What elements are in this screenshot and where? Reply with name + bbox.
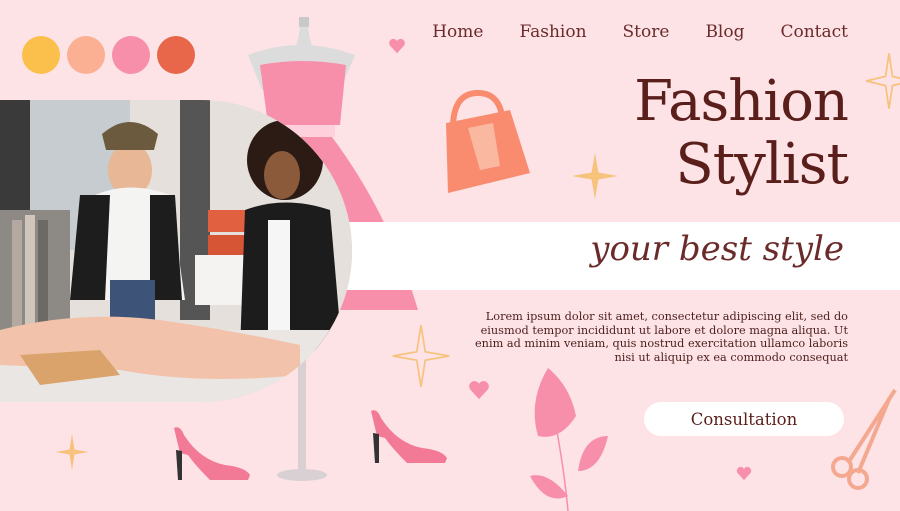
leaf-branch-icon xyxy=(530,368,608,511)
hero-tagline: your best style xyxy=(590,229,844,269)
heart-icon xyxy=(469,381,489,400)
nav-contact-link[interactable]: Contact xyxy=(780,22,848,42)
hero-photo xyxy=(0,100,352,402)
handbag-icon xyxy=(446,89,530,193)
sparkle-icon xyxy=(392,325,450,387)
nav-home-link[interactable]: Home xyxy=(432,22,483,42)
palette-swatch xyxy=(112,36,150,74)
palette-swatch xyxy=(67,36,105,74)
color-palette xyxy=(22,36,195,74)
hero-title-line1: Fashion xyxy=(634,69,849,134)
nav-store-link[interactable]: Store xyxy=(623,22,670,42)
sparkle-icon xyxy=(572,153,618,199)
palette-swatch xyxy=(157,36,195,74)
scissors-icon xyxy=(831,388,897,490)
consultation-button[interactable]: Consultation xyxy=(644,402,844,436)
sparkle-icon xyxy=(866,53,900,109)
nav-fashion-link[interactable]: Fashion xyxy=(519,22,586,42)
hero-title-line2: Stylist xyxy=(675,132,849,197)
main-nav: Home Fashion Store Blog Contact xyxy=(432,22,848,42)
high-heel-icon xyxy=(174,427,250,480)
hero-description: Lorem ipsum dolor sit amet, consectetur … xyxy=(475,310,848,364)
sparkle-icon xyxy=(55,434,89,470)
hero-title: Fashion Stylist xyxy=(634,69,849,197)
palette-swatch xyxy=(22,36,60,74)
high-heel-icon xyxy=(371,410,447,463)
nav-blog-link[interactable]: Blog xyxy=(705,22,744,42)
heart-icon xyxy=(389,38,405,54)
heart-icon xyxy=(736,466,752,481)
